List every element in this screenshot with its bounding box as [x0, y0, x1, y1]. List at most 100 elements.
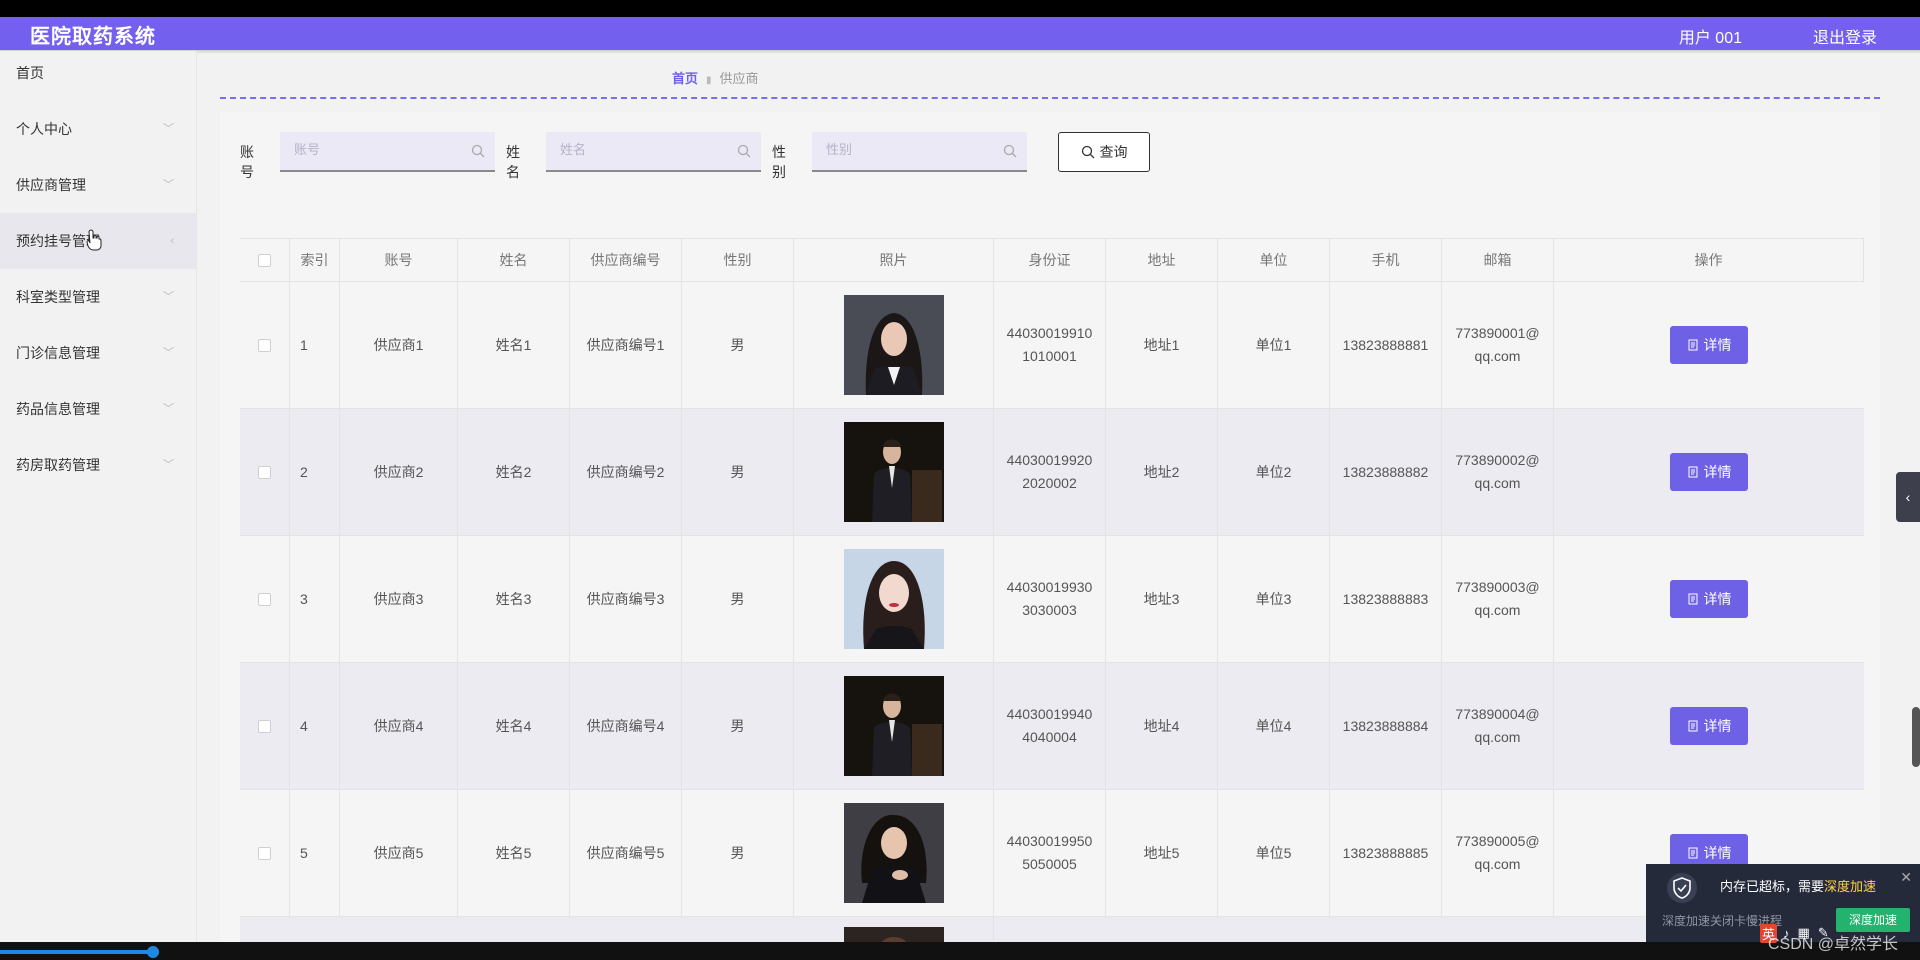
detail-button[interactable]: 详情: [1670, 580, 1748, 618]
supplier-photo: [843, 549, 944, 649]
supplier-photo: [843, 422, 944, 522]
email-line: 773890001@: [1455, 325, 1540, 341]
row-checkbox[interactable]: [258, 846, 271, 860]
account-label: 账号: [240, 144, 254, 180]
document-icon: [1688, 466, 1697, 478]
cell-name: 姓名3: [458, 536, 570, 662]
chevron-down-icon: ﹀: [163, 347, 174, 359]
id-card-line: 2020002: [1022, 475, 1077, 491]
cell-name: 姓名5: [458, 790, 570, 916]
cell-gender: 男: [682, 790, 794, 916]
notification-text: 内存已超标，需要: [1720, 879, 1825, 894]
row-select-cell: [240, 409, 290, 535]
cell-photo: [794, 536, 994, 662]
sidebar-item-department-type[interactable]: 科室类型管理 ﹀: [0, 269, 196, 325]
side-panel-toggle[interactable]: ‹: [1896, 472, 1920, 522]
row-checkbox[interactable]: [258, 719, 271, 733]
cell-index: 5: [290, 790, 340, 916]
column-header: 性别: [682, 239, 794, 281]
cell-supplier-code: 供应商编号1: [570, 282, 682, 408]
video-progress-handle[interactable]: [147, 946, 159, 958]
row-checkbox[interactable]: [258, 592, 271, 606]
cell-id-card: 44030019940 4040004: [994, 663, 1106, 789]
cell-address: 地址3: [1106, 536, 1218, 662]
breadcrumb-home[interactable]: 首页: [672, 71, 698, 86]
name-search-input[interactable]: 姓名: [546, 132, 761, 172]
column-header: 手机: [1330, 239, 1442, 281]
table-header: 索引 账号 姓名 供应商编号 性别 照片 身份证 地址 单位 手机 邮箱 操作: [240, 238, 1864, 282]
sidebar-item-home[interactable]: 首页: [0, 51, 196, 101]
sidebar-item-label: 供应商管理: [16, 177, 86, 193]
id-card-line: 4040004: [1022, 729, 1077, 745]
detail-button-label: 详情: [1703, 717, 1732, 734]
cell-supplier-code: 供应商编号2: [570, 409, 682, 535]
supplier-photo: [843, 803, 944, 903]
divider: [220, 97, 1880, 99]
column-header: 索引: [290, 239, 340, 281]
cell-email: 773890005@ qq.com: [1442, 790, 1554, 916]
sidebar-item-appointment-management[interactable]: 预约挂号管理 ‹: [0, 213, 196, 269]
cell-address: 地址5: [1106, 790, 1218, 916]
row-checkbox[interactable]: [258, 465, 271, 479]
email-line: 773890003@: [1455, 579, 1540, 595]
main-content: 首页 ▮ 供应商 账号 账号 姓名 姓名 性别 性别 查询 索引 账号 姓名 供…: [220, 51, 1880, 942]
logout-link[interactable]: 退出登录: [1813, 24, 1877, 48]
sidebar-item-outpatient-info[interactable]: 门诊信息管理 ﹀: [0, 325, 196, 381]
row-select-cell: [240, 663, 290, 789]
id-card-line: 1010001: [1022, 348, 1077, 364]
cell-email: 773890002@ qq.com: [1442, 409, 1554, 535]
sidebar-item-supplier-management[interactable]: 供应商管理 ﹀: [0, 157, 196, 213]
cell-gender: 男: [682, 282, 794, 408]
input-placeholder: 账号: [294, 142, 321, 157]
cell-index: 2: [290, 409, 340, 535]
notification-highlight[interactable]: 深度加速: [1824, 879, 1876, 894]
cell-phone: 13823888881: [1330, 282, 1442, 408]
screen: 医院取药系统 用户 001 退出登录 首页 个人中心 ﹀ 供应商管理 ﹀ 预约挂…: [0, 0, 1920, 960]
cell-id-card: 44030019950 5050005: [994, 790, 1106, 916]
cell-phone: 13823888883: [1330, 536, 1442, 662]
id-card-line: 5050005: [1022, 856, 1077, 872]
column-header: 地址: [1106, 239, 1218, 281]
supplier-photo: [843, 295, 944, 395]
cell-unit: 单位3: [1218, 536, 1330, 662]
scrollbar-thumb[interactable]: [1912, 707, 1920, 767]
sidebar-item-personal-center[interactable]: 个人中心 ﹀: [0, 101, 196, 157]
content-panel: 账号 账号 姓名 姓名 性别 性别 查询 索引 账号 姓名 供应商编号 性别 照…: [220, 112, 1880, 942]
detail-button[interactable]: 详情: [1670, 707, 1748, 745]
cell-photo: [794, 282, 994, 408]
cell-index: 4: [290, 663, 340, 789]
cell-supplier-code: 供应商编号4: [570, 663, 682, 789]
cell-photo: [794, 663, 994, 789]
gender-search-input[interactable]: 性别: [812, 132, 1027, 172]
speed-up-button[interactable]: 深度加速: [1836, 908, 1910, 932]
detail-button[interactable]: 详情: [1670, 326, 1748, 364]
sidebar: 首页 个人中心 ﹀ 供应商管理 ﹀ 预约挂号管理 ‹ 科室类型管理 ﹀ 门诊信息…: [0, 51, 197, 942]
table-row: 1 供应商1 姓名1 供应商编号1 男 44030019910 1010001 …: [240, 282, 1864, 409]
current-user: 用户 001: [1678, 30, 1742, 47]
document-icon: [1688, 847, 1697, 859]
close-icon[interactable]: ✕: [1900, 869, 1912, 886]
detail-button[interactable]: 详情: [1670, 453, 1748, 491]
supplier-photo: [843, 676, 944, 776]
sidebar-item-label: 药品信息管理: [16, 401, 100, 417]
account-search-input[interactable]: 账号: [280, 132, 495, 172]
cell-phone: 13823888882: [1330, 409, 1442, 535]
search-icon: [1003, 144, 1017, 158]
column-header: 账号: [340, 239, 458, 281]
sidebar-item-pharmacy-pickup[interactable]: 药房取药管理 ﹀: [0, 437, 196, 493]
row-checkbox[interactable]: [258, 338, 271, 352]
table-row: 3 供应商3 姓名3 供应商编号3 男 44030019930 3030003 …: [240, 536, 1864, 663]
video-progress-track: [0, 942, 1920, 960]
cell-photo: [794, 790, 994, 916]
cell-account: 供应商2: [340, 409, 458, 535]
query-button[interactable]: 查询: [1058, 132, 1150, 172]
sidebar-item-drug-info[interactable]: 药品信息管理 ﹀: [0, 381, 196, 437]
cell-account: 供应商5: [340, 790, 458, 916]
cell-actions: 详情: [1554, 663, 1864, 789]
cell-account: 供应商1: [340, 282, 458, 408]
table-row: 2 供应商2 姓名2 供应商编号2 男 44030019920 2020002 …: [240, 409, 1864, 536]
sidebar-item-label: 药房取药管理: [16, 457, 100, 473]
select-all-checkbox[interactable]: [258, 253, 271, 267]
breadcrumb-separator-icon: ▮: [706, 75, 712, 86]
table-row: 5 供应商5 姓名5 供应商编号5 男 44030019950 5050005 …: [240, 790, 1864, 917]
